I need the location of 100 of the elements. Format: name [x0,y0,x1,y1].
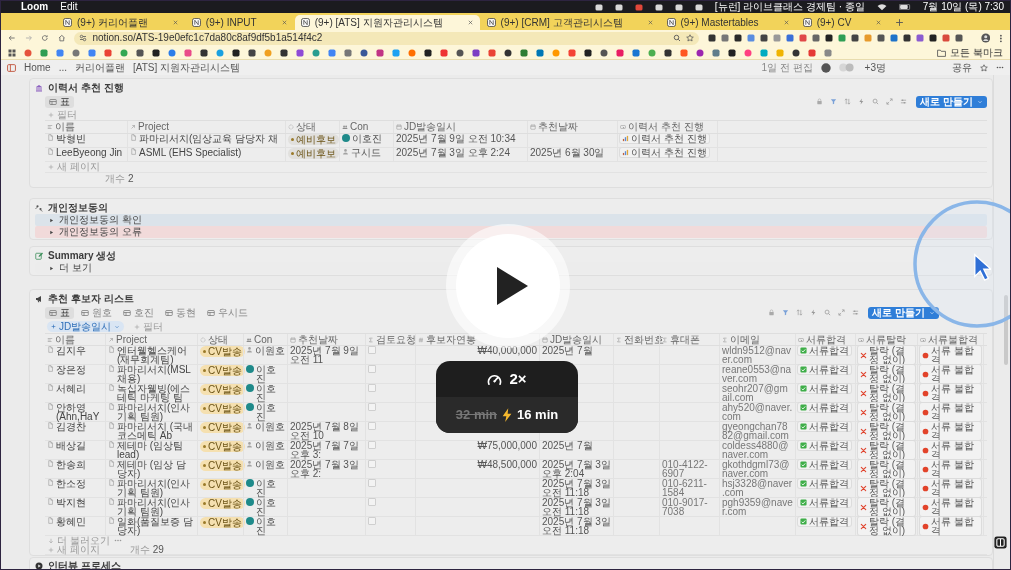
folder-icon[interactable] [937,48,947,57]
column-header[interactable]: 휴대폰 [670,334,700,345]
bookmark-folder[interactable]: 모든 북마크 [950,47,1003,58]
action-button[interactable]: 서류 불합격 [920,403,981,421]
close-icon[interactable] [646,19,654,26]
action-button[interactable]: 서류합격 [798,346,851,355]
more-icon[interactable] [996,66,1004,69]
browser-tab[interactable]: (9+) [ATS] 지원자관리시스템 [294,15,480,30]
column-header[interactable]: 상태 [296,122,316,132]
plus-icon[interactable] [895,18,905,27]
lock-icon[interactable] [816,98,824,105]
profile-avatar[interactable] [980,33,991,43]
close-icon[interactable] [782,19,790,26]
project-link[interactable]: 파마리서치 (국내 코스메틱 Ab [117,422,195,440]
status-icon[interactable] [694,3,703,11]
action-button[interactable]: 탈락 (결정 없이) [858,498,915,516]
apps-icon[interactable] [8,48,16,57]
action-button[interactable]: 서류합격 [798,479,851,488]
star-icon[interactable] [980,63,988,72]
home-icon[interactable] [57,34,66,42]
browser-tab[interactable]: (9+) CV [796,15,889,30]
address-field[interactable]: notion.so/ATS-19e0efc1c7da80c8af9df5b1a514f4c2 [74,31,699,45]
action-button[interactable]: 서류 불합격 [920,441,981,459]
row-title[interactable]: 장은정 [56,365,86,374]
column-header[interactable]: Project [116,334,148,345]
action-button[interactable]: 탈락 (결정 없이) [858,403,915,421]
row-title[interactable]: LeeByeong Jin [56,148,123,157]
action-button[interactable]: 서류 불합격 [920,517,981,535]
menu-item[interactable]: Edit [60,2,78,12]
status-icon[interactable] [654,3,663,11]
close-icon[interactable] [280,19,288,26]
wifi-icon[interactable] [876,3,887,11]
project-link[interactable]: 파마리서치(인사기획 팀원) [117,403,195,421]
column-header[interactable]: 서류탈락 [866,334,906,345]
scrollbar-thumb[interactable] [1004,295,1008,365]
checkbox[interactable] [368,346,376,354]
settings-icon[interactable] [900,98,908,105]
action-button[interactable]: 탈락 (결정 없이) [858,479,915,497]
view-tab[interactable]: 표 [45,95,74,108]
star-icon[interactable] [685,34,694,42]
row-title[interactable]: 한소정 [56,479,86,488]
browser-tab[interactable]: (9+) Mastertables [660,15,796,30]
breadcrumb[interactable]: 커리어플랜 [75,62,126,73]
column-header[interactable]: 추천날짜 [298,334,338,345]
action-button[interactable]: 이력서 추천 진행 [620,134,709,143]
column-header[interactable]: 전화번호 [624,334,664,345]
browser-tab[interactable]: (9+) [CRM] 고객관리시스템 [480,15,660,30]
filter-chip[interactable]: JD발송일시 [47,321,125,332]
new-button[interactable]: 새로 만들기 [916,95,987,108]
browser-tab[interactable]: (9+) 커리어플랜 [57,15,185,30]
expand-icon[interactable] [838,309,846,316]
column-header[interactable]: 이름 [55,334,75,345]
action-button[interactable]: 탈락 (결정 없이) [858,422,915,440]
expand-icon[interactable] [886,98,894,105]
row-title[interactable]: 김경찬 [56,422,86,431]
status-icon[interactable] [674,3,683,11]
column-header[interactable]: JD발송일시 [404,122,457,132]
filter-icon[interactable] [782,309,790,316]
project-link[interactable]: 제테마 (임상팀 lead) [117,441,195,459]
column-header[interactable]: 서류합격 [806,334,846,345]
settings-icon[interactable] [852,309,860,316]
action-button[interactable]: 탈락 (결정 없이) [858,346,915,364]
column-header[interactable]: 이력서 추천 진행 [628,122,704,132]
column-header[interactable]: Project [138,122,170,132]
column-header[interactable]: 상태 [208,334,228,345]
action-button[interactable]: 서류 불합격 [920,460,981,478]
action-button[interactable]: 서류 불합격 [920,346,981,364]
browser-tab[interactable]: (9+) INPUT [185,15,294,30]
column-header[interactable]: Con [254,334,273,345]
project-link[interactable]: 엔터웰헬스케어(재무회계팀) [117,346,195,364]
sidebar-icon[interactable] [7,63,16,72]
action-button[interactable]: 탈락 (결정 없이) [858,384,915,402]
action-button[interactable]: 탈락 (결정 없이) [858,441,915,459]
project-link[interactable]: 파마리서치(인사기획 팀원) [117,498,195,516]
row-title[interactable]: 배상길 [56,441,86,450]
row-title[interactable]: 서혜리 [56,384,86,393]
row-title[interactable]: 박지현 [56,498,86,507]
close-icon[interactable] [875,19,883,26]
site-settings-icon[interactable] [79,34,88,42]
project-link[interactable]: 파마리서치(MSL 채용) [117,365,195,383]
view-tab[interactable]: 표 [45,306,74,319]
toggle-row[interactable]: 개인정보동의 확인 [35,214,987,226]
breadcrumb[interactable]: ... [58,62,68,73]
breadcrumb[interactable]: [ATS] 지원자관리시스템 [133,62,241,73]
speed-toast[interactable]: 2× 32 min 16 min [436,361,578,433]
project-link[interactable]: ASML (EHS Specialist) [139,148,242,157]
checkbox[interactable] [368,384,376,392]
search-icon[interactable] [824,309,832,316]
app-name[interactable]: Loom [21,2,49,12]
lightning-icon[interactable] [858,98,866,105]
filter-icon[interactable] [830,98,838,105]
new-button[interactable]: 새로 만들기 [868,306,939,319]
checkbox[interactable] [368,460,376,468]
status-icon[interactable] [614,3,623,11]
search-icon[interactable] [872,98,880,105]
checkbox[interactable] [368,498,376,506]
action-button[interactable]: 서류 불합격 [920,498,981,516]
action-button[interactable]: 서류합격 [798,441,851,450]
project-link[interactable]: 제테마 (임상 담당자) [117,460,195,478]
action-button[interactable]: 탈락 (결정 없이) [858,460,915,478]
